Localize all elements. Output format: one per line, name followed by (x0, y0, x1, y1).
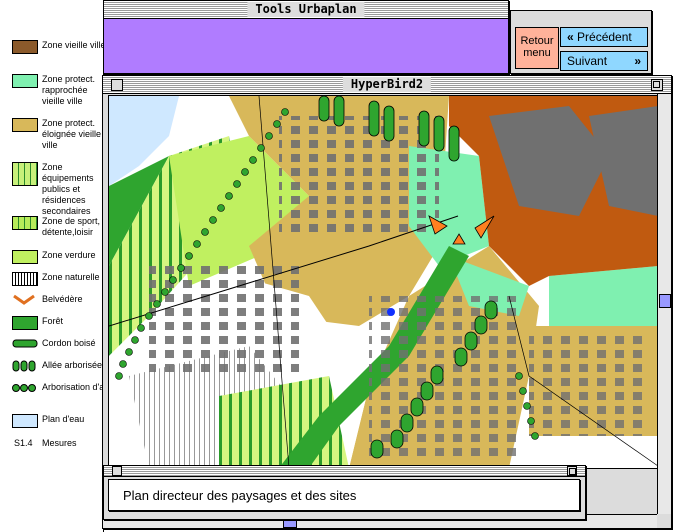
back-label-line1: Retour (520, 35, 554, 47)
mesure-code: S1.4 (14, 438, 33, 448)
zoom-box-icon[interactable] (567, 466, 577, 476)
chevron-right-icon: » (634, 54, 641, 68)
swatch-icon (12, 118, 38, 132)
striped-swatch-icon (12, 272, 38, 286)
title-bar[interactable]: Tools Urbaplan (104, 1, 508, 19)
legend-label: Zone vieille ville (42, 40, 106, 50)
close-box-icon[interactable] (111, 79, 123, 91)
zoom-box-icon[interactable] (651, 79, 663, 91)
back-label-line2: menu (523, 47, 551, 59)
caption-window: Plan directeur des paysages et des sites (103, 465, 586, 520)
swatch-icon (12, 250, 38, 264)
swatch-icon (12, 414, 38, 428)
back-to-menu-button[interactable]: Retour menu (515, 27, 559, 69)
title-bar[interactable]: HyperBird2 (103, 76, 671, 94)
caption-text: Plan directeur des paysages et des sites (123, 488, 357, 503)
caption-box: Plan directeur des paysages et des sites (108, 479, 580, 511)
cordon-icon (12, 339, 38, 348)
allee-icon (12, 360, 36, 372)
next-button[interactable]: Suivant » (560, 51, 648, 71)
map-window: HyperBird2 (102, 75, 672, 529)
window-title: HyperBird2 (342, 77, 432, 92)
previous-label: Précédent (577, 30, 632, 44)
dots-icon (12, 384, 36, 392)
close-box-icon[interactable] (112, 466, 122, 476)
next-label: Suivant (567, 54, 608, 68)
navigation-window: Retour menu « Précédent Suivant » (510, 10, 652, 74)
swatch-icon (12, 316, 38, 330)
map-legend: Zone vieille ville Zone protect. rapproc… (0, 0, 114, 532)
window-title: Tools Urbaplan (247, 2, 365, 17)
title-bar[interactable] (104, 466, 585, 477)
chevron-left-icon: « (567, 30, 574, 44)
map-drawing (109, 96, 658, 468)
striped-swatch-icon (12, 162, 38, 186)
tools-body (104, 19, 508, 73)
vertical-scrollbar[interactable] (657, 94, 671, 514)
swatch-icon (12, 74, 38, 88)
striped-swatch-icon (12, 216, 38, 230)
previous-button[interactable]: « Précédent (560, 27, 648, 47)
scroll-thumb[interactable] (659, 294, 671, 308)
tools-window: Tools Urbaplan (103, 0, 509, 74)
belvedere-icon (13, 294, 35, 305)
swatch-icon (12, 40, 38, 54)
landscape-map[interactable] (108, 95, 659, 469)
